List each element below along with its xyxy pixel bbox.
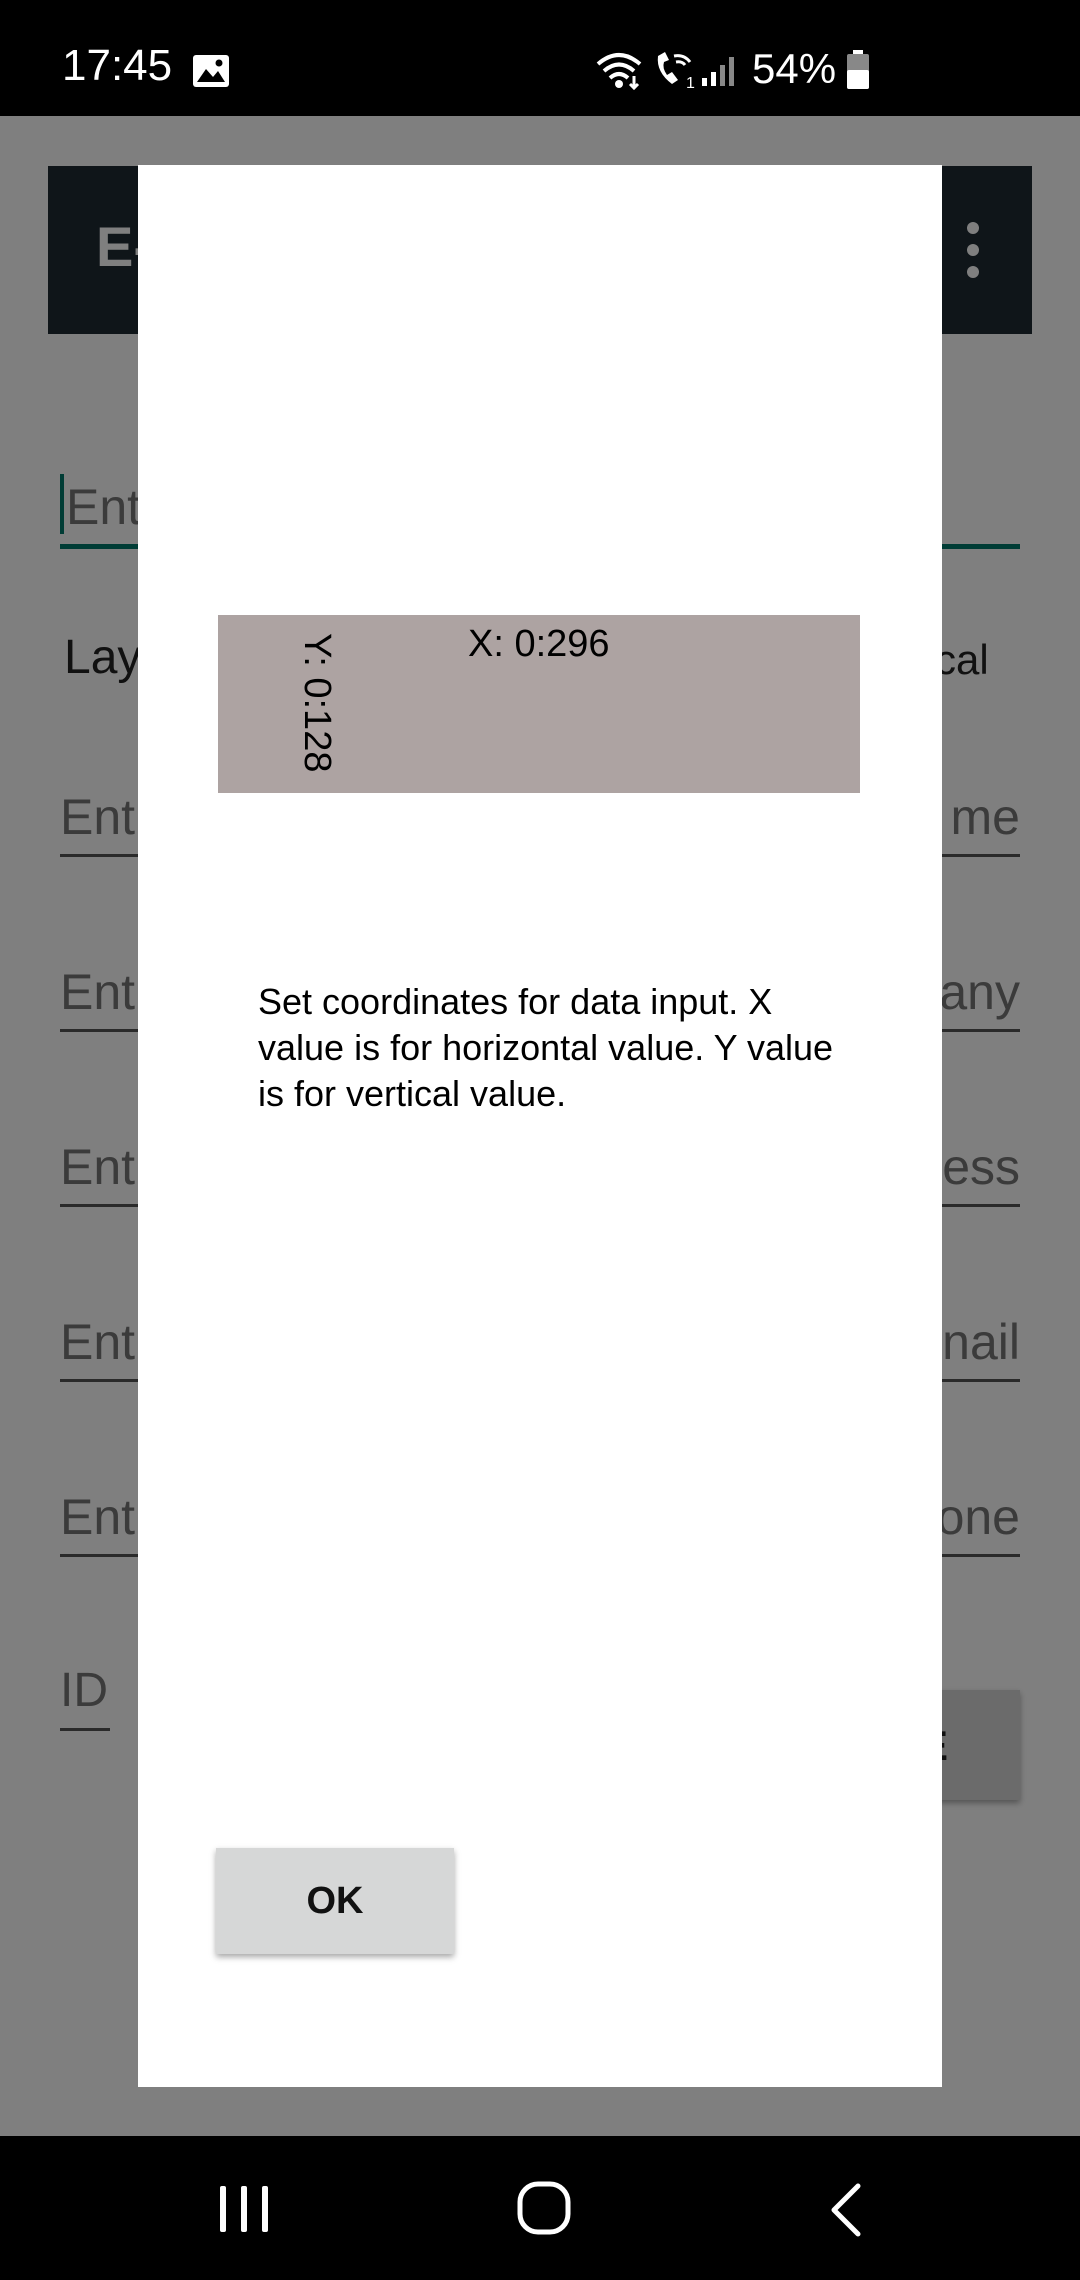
home-icon[interactable] [516,2180,572,2241]
coordinate-preview: X: 0:296 Y: 0:128 [218,615,860,793]
navigation-bar [0,2136,1080,2280]
back-icon[interactable] [826,2182,866,2243]
coordinates-dialog: X: 0:296 Y: 0:128 Set coordinates for da… [138,165,942,2087]
dialog-message: Set coordinates for data input. X value … [258,981,834,1114]
battery-icon [846,50,870,95]
status-time: 17:45 [62,41,173,90]
ok-button[interactable]: OK [216,1848,454,1954]
gallery-icon [192,54,230,93]
wifi-call-icon: 1 [652,50,696,95]
y-coordinate-label: Y: 0:128 [296,633,338,773]
status-bar: 17:45 1 54% [0,0,1080,116]
svg-text:1: 1 [686,75,695,90]
signal-icon [700,54,736,93]
battery-percentage: 54% [752,45,837,92]
wifi-icon [594,50,644,95]
x-coordinate-label: X: 0:296 [468,623,610,665]
recent-apps-icon[interactable] [218,2184,270,2239]
